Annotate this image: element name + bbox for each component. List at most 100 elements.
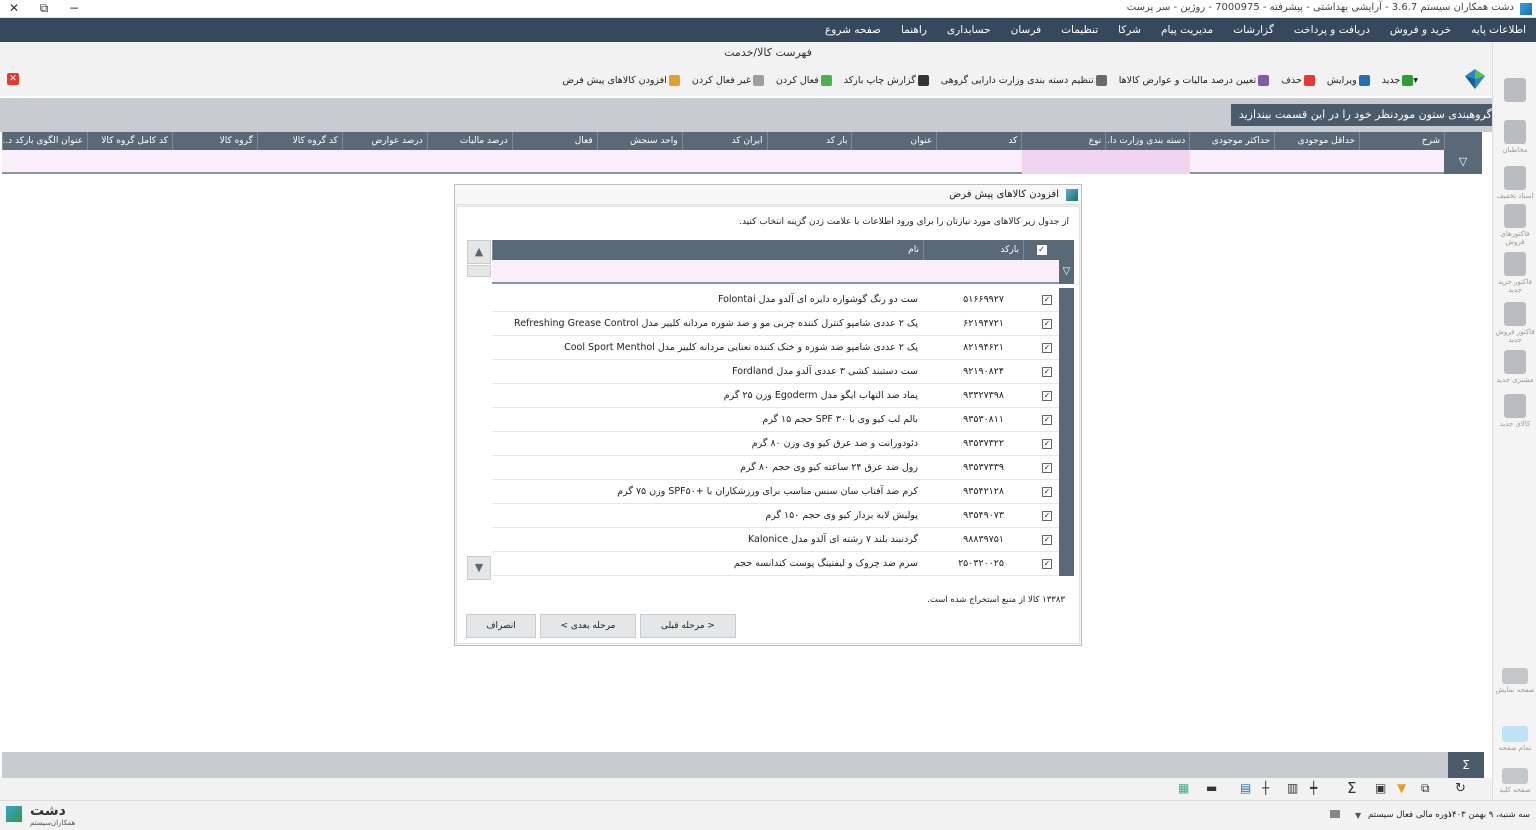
sidebar-item-4[interactable]: فاکتور خرید جدید (1493, 252, 1536, 294)
column-header[interactable]: کد گروه کالا (256, 132, 342, 150)
table-row[interactable]: ✓ ۶۲۱۹۴۷۲۱ پک ۲ عددی شامپو کنترل کننده چرب… (492, 312, 1074, 336)
filter-icon[interactable]: ▽ (1444, 150, 1482, 174)
columns-icon[interactable]: ▥ (1287, 781, 1298, 795)
cancel-button[interactable]: انصراف (466, 614, 536, 638)
grid-filter-row[interactable]: ▽ (2, 150, 1482, 174)
table-row[interactable]: ✓ ۹۳۵۳۰۸۱۱ بالم لب کیو وی با SPF ۳۰ حجم ۱۵… (492, 408, 1074, 432)
prev-step-button[interactable]: < مرحله قبلی (640, 614, 736, 638)
column-header[interactable]: کد (936, 132, 1021, 150)
menu-item-8[interactable]: حسابداری (937, 18, 1001, 42)
refresh-icon[interactable]: ↻ (1455, 781, 1466, 796)
menu-item-3[interactable]: گزارشات (1223, 18, 1284, 42)
row-checkbox[interactable]: ✓ (1042, 415, 1052, 425)
minimize-window-button[interactable]: − (64, 1, 84, 15)
filter-cell-highlight[interactable] (1022, 150, 1190, 174)
column-header[interactable]: فعال (511, 132, 597, 150)
chevron-down-icon[interactable]: ▾ (1413, 75, 1418, 86)
column-header[interactable]: واحد سنجش (596, 132, 682, 150)
column-header[interactable]: عنوان (851, 132, 936, 150)
menu-item-5[interactable]: شرکا (1108, 18, 1151, 42)
column-header[interactable]: درصد مالیات (426, 132, 512, 150)
toolbar-button-6[interactable]: فعال کردن (776, 74, 832, 86)
split-icon[interactable]: ┿ (1310, 781, 1317, 795)
sidebar-item-8[interactable]: صفحه نمایش (1493, 668, 1536, 694)
chevron-down-icon[interactable]: ▼ (1355, 811, 1361, 820)
pin-icon[interactable]: ┼ (1262, 781, 1269, 795)
sum-toggle-icon[interactable]: Σ (1347, 779, 1356, 797)
toolbar-button-2[interactable]: حذف (1281, 74, 1315, 86)
column-header[interactable]: نوع (1021, 132, 1105, 150)
sidebar-item-1[interactable]: مخاطبان (1493, 120, 1536, 154)
menu-item-4[interactable]: مدیریت پیام (1151, 18, 1223, 42)
col-name[interactable]: نام (492, 240, 923, 260)
menu-item-10[interactable]: صفحه شروع (815, 18, 891, 42)
toolbar-button-3[interactable]: تعیین درصد مالیات و عوارض کالاها (1119, 74, 1270, 86)
column-header[interactable]: حداکثر موجودی (1189, 132, 1274, 150)
sidebar-item-2[interactable]: اسناد تخفیف (1493, 166, 1536, 200)
col-barcode[interactable]: بارکد (923, 240, 1023, 260)
sidebar-item-6[interactable]: مشتری جدید (1493, 350, 1536, 384)
scroll-up-button[interactable]: ▲ (467, 240, 491, 264)
table-row[interactable]: ✓ ۹۲۱۹۰۸۲۴ ست دستبند کشی ۳ عددی آلدو مدل F… (492, 360, 1074, 384)
sidebar-item-0[interactable] (1493, 78, 1536, 104)
export-icon[interactable]: ▦ (1178, 781, 1189, 795)
window-icon[interactable]: ▣ (1375, 781, 1386, 795)
sidebar-item-9[interactable]: تمام صفحه (1493, 726, 1536, 752)
toolbar-button-7[interactable]: غیر فعال کردن (692, 74, 764, 86)
select-all-checkbox[interactable]: ✓ (1023, 240, 1059, 260)
filter-toggle-icon[interactable]: ▼ (1397, 781, 1406, 795)
toolbar-button-4[interactable]: تنظیم دسته بندی وزارت دارایی گروهی (941, 74, 1107, 86)
table-row[interactable]: ✓ ۵۱۶۶۹۹۲۷ ست دو رنگ گوشواره دایره ای آلدو… (492, 288, 1074, 312)
sidebar-item-3[interactable]: فاکتورهای فروش (1493, 204, 1536, 246)
toolbar-button-1[interactable]: ویرایش (1327, 74, 1370, 86)
row-checkbox[interactable]: ✓ (1042, 559, 1052, 569)
save-icon[interactable]: ▤ (1240, 781, 1251, 795)
row-checkbox[interactable]: ✓ (1042, 439, 1052, 449)
menu-item-2[interactable]: دریافت و پرداخت (1284, 18, 1380, 42)
column-header[interactable]: گروه کالا (171, 132, 257, 150)
column-header[interactable]: دسته بندی وزارت دا... (1105, 132, 1189, 150)
close-window-button[interactable]: ✕ (4, 1, 24, 15)
table-row[interactable]: ✓ ۸۲۱۹۴۶۲۱ پک ۲ عددی شامپو ضد شوره و خنک ک… (492, 336, 1074, 360)
sidebar-item-10[interactable]: صفحه کلید (1493, 768, 1536, 794)
row-checkbox[interactable]: ✓ (1042, 319, 1052, 329)
close-form-icon[interactable]: ✕ (7, 73, 19, 85)
menu-item-7[interactable]: فرسان (1001, 18, 1052, 42)
column-header[interactable]: بار کد (766, 132, 852, 150)
menu-item-1[interactable]: خرید و فروش (1380, 18, 1461, 42)
toolbar-button-0[interactable]: ▾ جدید (1382, 74, 1424, 86)
row-checkbox[interactable]: ✓ (1042, 511, 1052, 521)
restore-window-button[interactable]: ⧉ (34, 1, 54, 16)
table-row[interactable]: ✓ ۹۳۵۴۲۱۲۸ کرم ضد آفتاب سان سنس مناسب برای… (492, 480, 1074, 504)
row-checkbox[interactable]: ✓ (1042, 343, 1052, 353)
column-header[interactable]: شرح (1359, 132, 1444, 150)
row-checkbox[interactable]: ✓ (1042, 463, 1052, 473)
sidebar-item-7[interactable]: کالای جدید (1493, 394, 1536, 428)
scroll-track[interactable] (467, 265, 491, 277)
row-checkbox[interactable]: ✓ (1042, 535, 1052, 545)
next-step-button[interactable]: مرحله بعدی > (540, 614, 636, 638)
sidebar-item-5[interactable]: فاکتور فروش جدید (1493, 302, 1536, 344)
table-row[interactable]: ✓ ۹۸۸۳۹۷۵۱ گردنبند بلند ۷ رشته ای آلدو مدل… (492, 528, 1074, 552)
menu-item-6[interactable]: تنظیمات (1051, 18, 1108, 42)
scroll-down-button[interactable]: ▼ (467, 556, 491, 580)
row-checkbox[interactable]: ✓ (1042, 487, 1052, 497)
copy-icon[interactable]: ⧉ (1421, 781, 1430, 796)
sum-icon[interactable]: Σ (1448, 752, 1484, 778)
row-checkbox[interactable]: ✓ (1042, 295, 1052, 305)
row-checkbox[interactable]: ✓ (1042, 391, 1052, 401)
filter-icon[interactable]: ▽ (1059, 260, 1074, 284)
column-header[interactable]: کد کامل گروه کالا (87, 132, 172, 150)
print-icon[interactable]: ▬ (1206, 781, 1217, 795)
row-checkbox[interactable]: ✓ (1042, 367, 1052, 377)
menu-item-9[interactable]: راهنما (891, 18, 937, 42)
table-row[interactable]: ✓ ۹۳۵۳۷۳۳۹ رول ضد عرق ۲۴ ساعته کیو وی حجم … (492, 456, 1074, 480)
table-row[interactable]: ✓ ۹۳۳۲۷۳۹۸ پماد ضد التهاب ایگو مدل Egoderm… (492, 384, 1074, 408)
column-header[interactable]: ایران کد (681, 132, 767, 150)
column-header[interactable]: عنوان الگوی بارکد د... (2, 132, 87, 150)
table-row[interactable]: ✓ ۲۵۰۳۲۰۰۲۵ سرم ضد چروک و لیفتینگ پوست کند… (492, 552, 1074, 576)
column-header[interactable]: درصد عوارض (341, 132, 427, 150)
toolbar-button-5[interactable]: گزارش چاپ بارکد (844, 74, 929, 86)
products-filter-row[interactable]: ▽ (492, 260, 1074, 284)
table-row[interactable]: ✓ ۹۳۵۴۹۰۷۳ پولیش لایه بردار کیو وی حجم ۱۵۰… (492, 504, 1074, 528)
